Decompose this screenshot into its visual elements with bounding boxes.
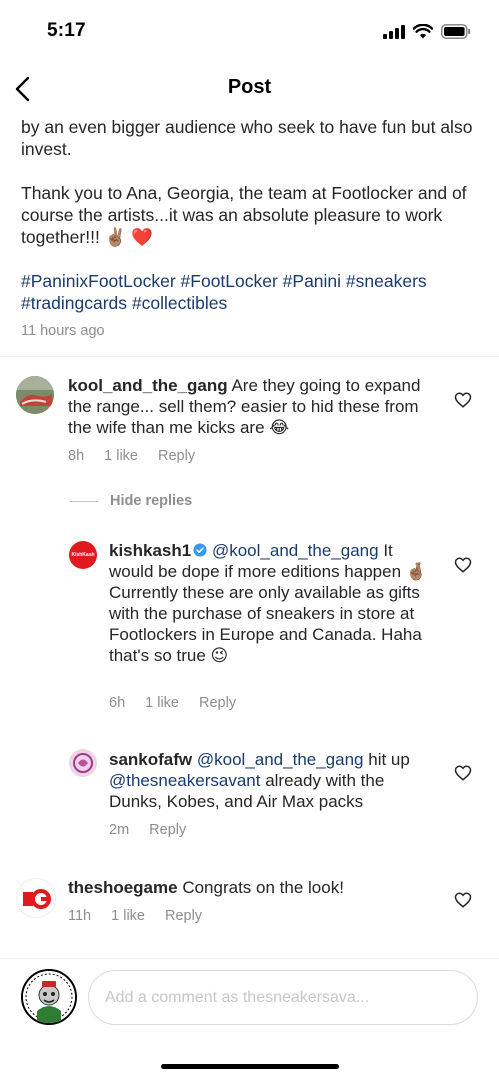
caption-hashtags[interactable]: #PaninixFootLocker #FootLocker #Panini #…	[21, 270, 481, 314]
page-title: Post	[227, 76, 272, 98]
heart-icon[interactable]	[454, 891, 472, 909]
reply-button[interactable]: Reply	[199, 695, 236, 711]
heart-icon[interactable]	[454, 764, 472, 782]
heart-icon[interactable]	[454, 556, 472, 574]
post-timestamp: 11 hours ago	[21, 323, 105, 339]
hide-replies-button[interactable]: Hide replies	[70, 493, 192, 509]
comment-input[interactable]	[88, 970, 478, 1025]
avatar[interactable]	[69, 749, 97, 777]
reply-mention[interactable]: @kool_and_the_gang	[197, 750, 364, 769]
reply-button[interactable]: Reply	[149, 822, 186, 838]
comment-username[interactable]: kool_and_the_gang	[68, 376, 228, 395]
avatar-label: KishKash	[71, 552, 95, 558]
comment-time: 8h	[68, 448, 85, 464]
comment-username[interactable]: theshoegame	[68, 878, 178, 897]
cellular-signal-icon	[383, 24, 405, 39]
status-icons	[383, 24, 471, 39]
reply-body: hit up	[368, 750, 410, 769]
post-caption: by an even bigger audience who seek to h…	[21, 116, 481, 314]
reply-username[interactable]: sankofafw	[109, 750, 192, 769]
heart-icon[interactable]	[454, 391, 472, 409]
reply-text: kishkash1 @kool_and_the_gang It would be…	[109, 540, 439, 666]
reply-time: 6h	[109, 695, 126, 711]
reply-button[interactable]: Reply	[158, 448, 195, 464]
comment-likes[interactable]: 1 like	[111, 908, 145, 924]
comment-time: 11h	[68, 908, 92, 924]
navigation-bar: Post	[0, 62, 499, 114]
comment-text: theshoegame Congrats on the look!	[68, 877, 443, 898]
reply-meta: 2m Reply	[109, 822, 186, 838]
divider	[0, 356, 499, 357]
battery-icon	[441, 24, 471, 39]
avatar[interactable]	[21, 969, 77, 1025]
comment-likes[interactable]: 1 like	[104, 448, 138, 464]
hide-replies-label[interactable]: Hide replies	[110, 493, 192, 509]
comment-composer	[0, 958, 499, 1080]
verified-badge-icon	[193, 543, 207, 557]
status-bar: 5:17	[0, 0, 499, 62]
comment-meta: 8h 1 like Reply	[68, 448, 195, 464]
avatar[interactable]: KishKash	[69, 541, 97, 569]
reply-text: sankofafw @kool_and_the_gang hit up @the…	[109, 749, 439, 812]
caption-text-2: Thank you to Ana, Georgia, the team at F…	[21, 183, 467, 247]
status-time: 5:17	[47, 20, 86, 41]
reply-username[interactable]: kishkash1	[109, 541, 191, 560]
reply-button[interactable]: Reply	[165, 908, 202, 924]
reply-meta: 6h 1 like Reply	[109, 695, 236, 711]
reply-mention[interactable]: @kool_and_the_gang	[212, 541, 379, 560]
reply-time: 2m	[109, 822, 130, 838]
comment-text: kool_and_the_gang Are they going to expa…	[68, 375, 443, 438]
avatar[interactable]	[16, 376, 54, 414]
wifi-icon	[413, 24, 433, 39]
hide-replies-line	[70, 500, 98, 502]
home-indicator[interactable]	[161, 1064, 339, 1069]
avatar[interactable]	[16, 878, 56, 918]
caption-text-1: by an even bigger audience who seek to h…	[21, 117, 473, 159]
reply-mention[interactable]: @thesneakersavant	[109, 771, 260, 790]
reply-likes[interactable]: 1 like	[145, 695, 179, 711]
comment-body: Congrats on the look!	[182, 878, 344, 897]
comment-meta: 11h 1 like Reply	[68, 908, 202, 924]
